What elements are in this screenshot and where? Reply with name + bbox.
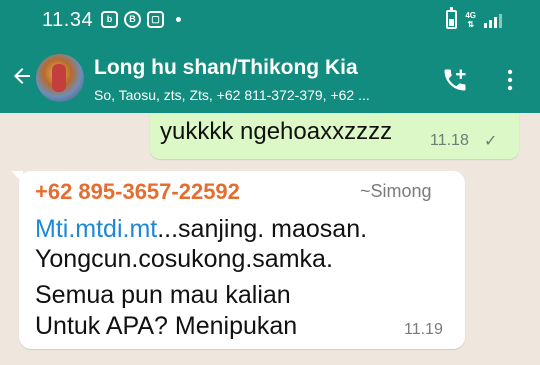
sender-phone[interactable]: +62 895-3657-22592 [35, 179, 240, 205]
sender-name: ~Simong [360, 181, 432, 201]
message-line-1-text: ...sanjing. maosan. [157, 215, 368, 243]
chat-participants[interactable]: So, Taosu, zts, Zts, +62 811-372-379, +6… [94, 87, 370, 103]
tv-icon: ▢ [147, 11, 164, 28]
chat-title[interactable]: Long hu shan/Thikong Kia [94, 56, 358, 80]
back-arrow-icon[interactable] [10, 64, 34, 88]
battery-icon [446, 7, 458, 29]
blogger-icon: b [101, 11, 118, 28]
message-line-2: Yongcun.cosukong.samka. [35, 245, 333, 273]
b-icon: B [124, 11, 141, 28]
message-line-1: Mti.mtdi.mt...sanjing. maosan. [35, 214, 367, 244]
add-call-icon[interactable] [441, 66, 469, 94]
status-time: 11.34 [42, 9, 94, 31]
signal-icon [484, 12, 502, 28]
network-type: 4G ⇅ [465, 10, 476, 29]
status-right-icons: 4G ⇅ [446, 7, 502, 29]
status-bar: 11.34 b B ▢ 4G ⇅ [0, 0, 540, 40]
incoming-message-time: 11.19 [404, 321, 443, 338]
notification-dot-icon [176, 17, 181, 22]
message-line-3: Semua pun mau kalian [35, 281, 291, 309]
network-type-label: 4G [465, 10, 476, 20]
more-options-icon[interactable] [505, 68, 515, 92]
outgoing-message-text: yukkkk ngehoaxxzzzz [160, 118, 393, 145]
message-line-4: Untuk APA? Menipukan [35, 312, 298, 340]
notification-icons: b B ▢ [101, 11, 181, 28]
message-link[interactable]: Mti.mtdi.mt [35, 215, 157, 243]
group-avatar[interactable] [36, 54, 84, 102]
sent-check-icon: ✓ [484, 133, 498, 150]
outgoing-message-time: 11.18 [430, 132, 469, 149]
chat-header: 11.34 b B ▢ 4G ⇅ Long hu shan/Thikong Kia… [0, 0, 540, 113]
